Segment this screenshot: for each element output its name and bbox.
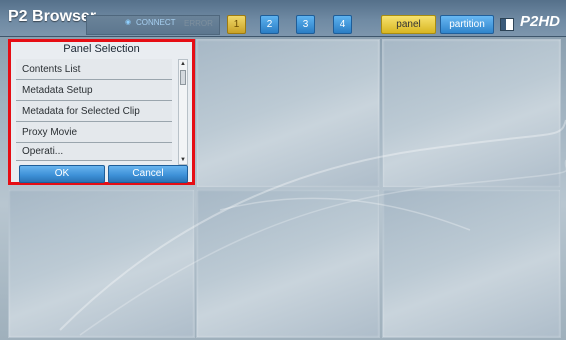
- connection-status: ◉ CONNECT ERROR: [86, 15, 220, 35]
- page-2-button[interactable]: 2: [260, 15, 279, 34]
- app-title: P2 Browser: [8, 8, 97, 25]
- panel-slot-5[interactable]: [196, 189, 380, 338]
- page-1-button[interactable]: 1: [227, 15, 246, 34]
- panel-slot-4[interactable]: [8, 189, 195, 338]
- scroll-down-icon[interactable]: ▼: [179, 156, 187, 164]
- window-toggle-icon[interactable]: [500, 18, 514, 31]
- list-item-operation[interactable]: Operati...: [16, 143, 172, 161]
- page-4-button[interactable]: 4: [333, 15, 352, 34]
- page-3-button[interactable]: 3: [296, 15, 315, 34]
- list-item-proxy-movie[interactable]: Proxy Movie: [16, 122, 172, 143]
- list-item-metadata-selected-clip[interactable]: Metadata for Selected Clip: [16, 101, 172, 122]
- list-scrollbar[interactable]: ▲ ▼: [178, 59, 188, 165]
- scroll-thumb[interactable]: [180, 70, 186, 85]
- scroll-up-icon[interactable]: ▲: [179, 60, 187, 68]
- ok-button[interactable]: OK: [19, 165, 105, 183]
- top-toolbar: P2 Browser ◉ CONNECT ERROR 1 2 3 4 panel…: [0, 0, 566, 37]
- panel-slot-6[interactable]: [382, 189, 561, 338]
- list-item-metadata-setup[interactable]: Metadata Setup: [16, 80, 172, 101]
- panel-slot-2[interactable]: [196, 39, 380, 188]
- connect-label: CONNECT: [136, 18, 176, 27]
- error-indicator: ERROR: [184, 19, 213, 28]
- connect-indicator: ◉ CONNECT: [125, 18, 176, 27]
- partition-button[interactable]: partition: [440, 15, 494, 34]
- panel-selection-title: Panel Selection: [63, 43, 140, 55]
- panel-list: Contents List Metadata Setup Metadata fo…: [16, 59, 172, 161]
- cancel-button[interactable]: Cancel: [108, 165, 188, 183]
- panel-button[interactable]: panel: [381, 15, 436, 34]
- p2hd-logo: P2HD: [520, 13, 561, 30]
- panel-selection-dialog: Panel Selection Contents List Metadata S…: [8, 39, 195, 185]
- panel-slot-3[interactable]: [382, 39, 561, 188]
- list-item-contents-list[interactable]: Contents List: [16, 59, 172, 80]
- signal-icon: ◉: [125, 18, 132, 26]
